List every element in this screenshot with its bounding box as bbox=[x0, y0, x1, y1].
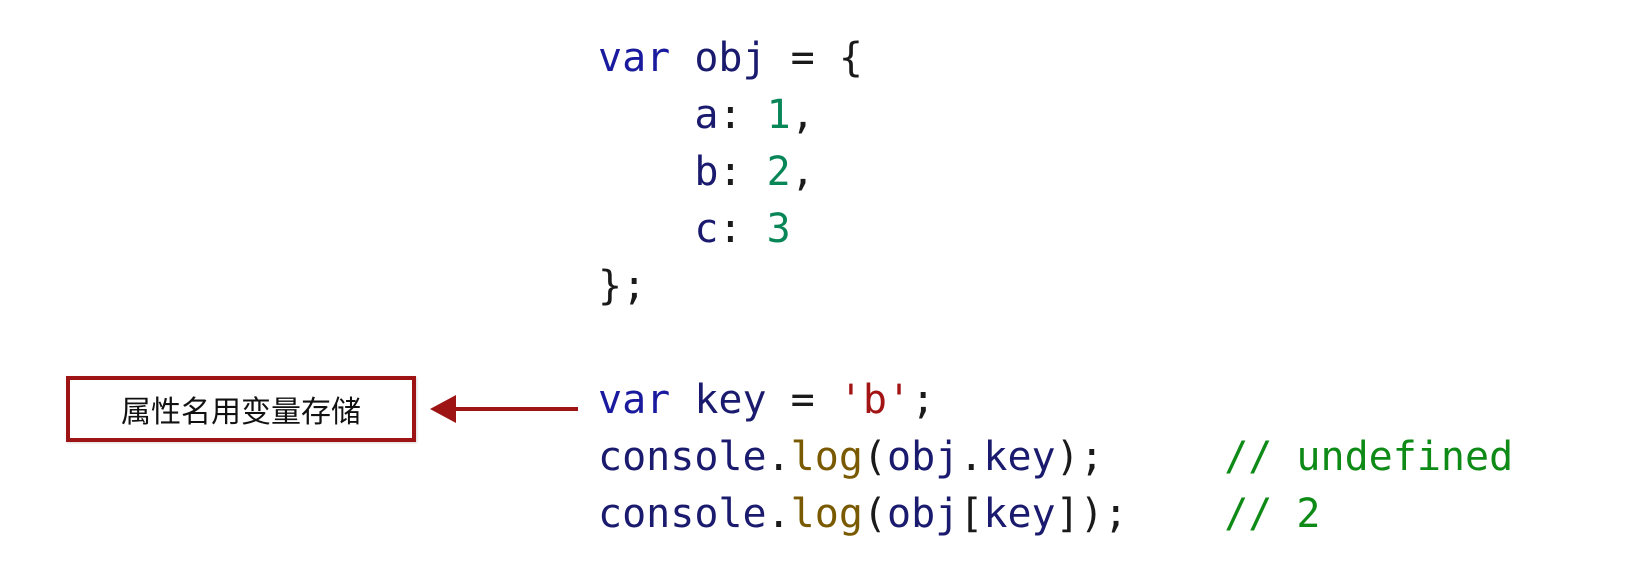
code-token: ]); bbox=[1055, 491, 1225, 537]
code-token: : bbox=[718, 149, 767, 195]
left-arrow-icon bbox=[430, 395, 578, 423]
code-token: b bbox=[694, 149, 719, 195]
code-token: obj bbox=[694, 35, 767, 81]
code-token: key bbox=[983, 491, 1056, 537]
code-token: : bbox=[718, 206, 767, 252]
code-token: var bbox=[598, 377, 671, 423]
code-token: = { bbox=[766, 35, 863, 81]
code-token: ); bbox=[1055, 434, 1225, 480]
code-token: console bbox=[598, 491, 767, 537]
code-token: = bbox=[766, 377, 839, 423]
code-token: obj bbox=[887, 434, 960, 480]
code-line: console.log(obj.key); // undefined bbox=[598, 429, 1513, 486]
code-token: key bbox=[983, 434, 1056, 480]
code-token: var bbox=[598, 35, 671, 81]
code-token: 'b' bbox=[838, 377, 912, 423]
code-token: , bbox=[790, 149, 815, 195]
code-token: obj bbox=[887, 491, 960, 537]
code-line: var key = 'b'; bbox=[598, 372, 1513, 429]
code-token: : bbox=[718, 92, 767, 138]
code-token: ( bbox=[862, 491, 888, 537]
code-token: 3 bbox=[766, 206, 791, 252]
code-token: log bbox=[790, 434, 863, 480]
code-token: c bbox=[694, 206, 719, 252]
code-line: b: 2, bbox=[598, 144, 1513, 201]
code-comment: // undefined bbox=[1224, 434, 1514, 480]
code-line: a: 1, bbox=[598, 87, 1513, 144]
code-line: console.log(obj[key]); // 2 bbox=[598, 486, 1513, 543]
code-token: . bbox=[766, 434, 791, 480]
code-token: , bbox=[790, 92, 815, 138]
code-token: 1 bbox=[766, 92, 791, 138]
annotation-box: 属性名用变量存储 bbox=[66, 376, 416, 442]
code-token: ; bbox=[911, 377, 936, 423]
code-token: log bbox=[790, 491, 863, 537]
code-token: key bbox=[694, 377, 767, 423]
code-line: }; bbox=[598, 258, 1513, 315]
code-token: console bbox=[598, 434, 767, 480]
code-block: var obj = { a: 1, b: 2, c: 3}; var key = … bbox=[598, 30, 1513, 543]
code-token: . bbox=[959, 434, 984, 480]
code-line: c: 3 bbox=[598, 201, 1513, 258]
annotation-label: 属性名用变量存储 bbox=[121, 395, 361, 430]
code-token: ( bbox=[862, 434, 888, 480]
code-token: 2 bbox=[766, 149, 791, 195]
code-token: a bbox=[694, 92, 719, 138]
code-comment: // 2 bbox=[1224, 491, 1321, 537]
code-token: }; bbox=[598, 263, 647, 309]
code-token: . bbox=[766, 491, 791, 537]
code-token: [ bbox=[959, 491, 984, 537]
code-line: var obj = { bbox=[598, 30, 1513, 87]
